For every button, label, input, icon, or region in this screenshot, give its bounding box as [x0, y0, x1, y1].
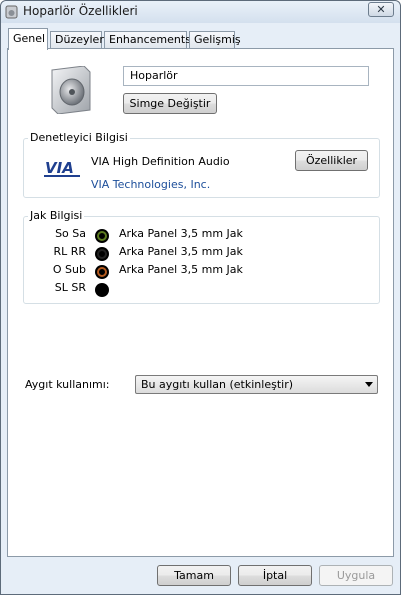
title-bar: Hoparlör Özellikleri ✕ — [1, 1, 400, 23]
chevron-down-icon — [365, 382, 373, 387]
jack-color-indicator — [95, 247, 109, 261]
close-button[interactable]: ✕ — [368, 2, 394, 17]
jack-label: So Sa — [55, 227, 86, 240]
device-usage-value: Bu aygıtı kullan (etkinleştir) — [141, 378, 294, 391]
jack-color-indicator — [95, 265, 109, 279]
via-logo: VIA — [44, 159, 80, 177]
ok-button[interactable]: Tamam — [157, 565, 231, 586]
jack-description: Arka Panel 3,5 mm Jak — [119, 245, 243, 258]
controller-name: VIA High Definition Audio — [91, 155, 230, 168]
apply-button[interactable]: Uygula — [319, 565, 393, 586]
jack-row: So Sa Arka Panel 3,5 mm Jak — [22, 227, 362, 245]
speaker-icon — [51, 66, 91, 114]
jack-row: SL SR — [22, 281, 362, 299]
tab-gelismis[interactable]: Gelişmiş — [189, 31, 241, 49]
jack-description: Arka Panel 3,5 mm Jak — [119, 263, 243, 276]
properties-button[interactable]: Özellikler — [295, 150, 368, 171]
close-icon: ✕ — [376, 3, 386, 16]
svg-text:VIA: VIA — [45, 159, 74, 177]
tab-panel-genel: Hoparlör Simge Değiştir Denetleyici Bilg… — [7, 48, 394, 557]
jack-color-indicator — [95, 229, 109, 243]
device-usage-label: Aygıt kullanımı: — [25, 378, 110, 391]
controller-group-title: Denetleyici Bilgisi — [28, 131, 130, 144]
speaker-icon — [5, 5, 18, 19]
tab-genel[interactable]: Genel — [8, 28, 48, 50]
jack-label: O Sub — [52, 263, 86, 276]
device-name-input[interactable]: Hoparlör — [123, 66, 369, 86]
jack-row: O Sub Arka Panel 3,5 mm Jak — [22, 263, 362, 281]
jack-label: RL RR — [53, 245, 86, 258]
change-icon-button[interactable]: Simge Değiştir — [123, 93, 217, 114]
jack-info-group-title: Jak Bilgisi — [28, 209, 85, 222]
tab-duzeyler[interactable]: Düzeyler — [50, 31, 104, 49]
device-usage-select[interactable]: Bu aygıtı kullan (etkinleştir) — [135, 375, 378, 394]
tab-enhancements[interactable]: Enhancements — [104, 31, 191, 49]
controller-vendor-link[interactable]: VIA Technologies, Inc. — [91, 178, 210, 191]
properties-window: Hoparlör Özellikleri ✕ Genel Düzeyler En… — [0, 0, 401, 595]
window-title: Hoparlör Özellikleri — [23, 4, 138, 18]
jack-description: Arka Panel 3,5 mm Jak — [119, 227, 243, 240]
jack-color-indicator — [95, 283, 109, 297]
jack-row: RL RR Arka Panel 3,5 mm Jak — [22, 245, 362, 263]
cancel-button[interactable]: İptal — [238, 565, 312, 586]
jack-label: SL SR — [54, 281, 86, 294]
